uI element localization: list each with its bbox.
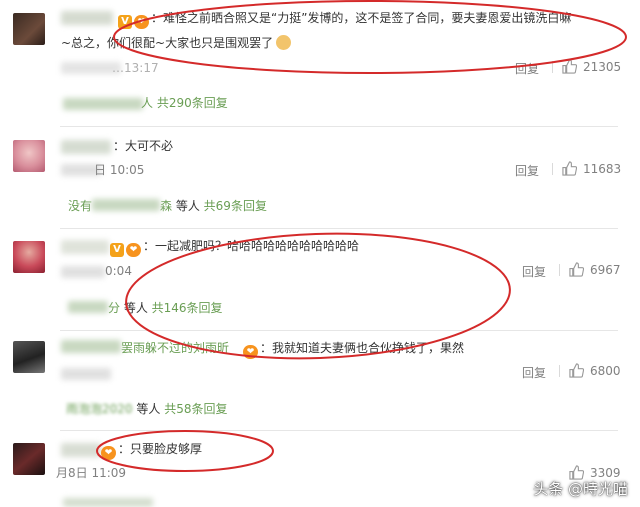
divider	[60, 126, 618, 127]
sub-reply-link[interactable]: 没有森 等人 共69条回复	[68, 198, 267, 214]
comment-text: ：大可不必	[113, 139, 174, 153]
sub-reply-link[interactable]: 分 等人 共146条回复	[68, 300, 223, 316]
watermark: 头条 @時光喵	[533, 480, 628, 498]
sub-reply-link[interactable]: 人 共290条回复	[141, 95, 228, 111]
divider	[552, 163, 553, 175]
like-button[interactable]: 6967	[569, 262, 621, 277]
reply-button[interactable]: 回复	[515, 162, 539, 179]
username[interactable]	[61, 240, 109, 254]
thumbs-up-icon	[569, 262, 584, 277]
username-blur	[61, 340, 121, 353]
vip-badge-icon: ❤	[126, 243, 141, 257]
sub-reply-user-blur	[63, 98, 143, 110]
like-button[interactable]: 6800	[569, 363, 621, 378]
avatar[interactable]	[13, 241, 45, 273]
sub-reply-user-blur	[68, 301, 108, 313]
sub-reply-user-blur	[63, 498, 153, 507]
avatar[interactable]	[13, 13, 45, 45]
sub-reply-user-blur	[92, 199, 161, 211]
comment-text: ❤ ：我就知道夫妻俩也合伙挣钱了，果然	[243, 340, 464, 359]
reply-button[interactable]: 回复	[515, 60, 539, 77]
divider	[60, 330, 618, 331]
timestamp: 日 10:05	[94, 163, 145, 177]
divider	[60, 430, 618, 431]
timestamp: …13:17	[112, 61, 159, 75]
verified-badge-icon: V	[118, 15, 132, 29]
comment-text: ❤ ：只要脸皮够厚	[101, 441, 202, 460]
timestamp-blur	[61, 266, 105, 278]
like-button[interactable]: 11683	[562, 161, 621, 176]
avatar[interactable]	[13, 443, 45, 475]
divider	[60, 228, 618, 229]
vip-badge-icon: ❤	[134, 15, 149, 29]
like-button[interactable]: 21305	[562, 59, 621, 74]
avatar[interactable]	[13, 341, 45, 373]
timestamp: 月8日 11:09	[56, 466, 127, 480]
vip-badge-icon: ❤	[101, 446, 116, 460]
divider	[559, 365, 560, 377]
comment-feed: V ❤ ：难怪之前晒合照又是“力挺”发博的，这不是签了合同，要夫妻恩爱出镜洗白嘛 ~…	[0, 0, 640, 507]
comment-text-line1: ：难怪之前晒合照又是“力挺”发博的，这不是签了合同，要夫妻恩爱出镜洗白嘛	[151, 11, 572, 25]
divider	[559, 264, 560, 276]
reply-button[interactable]: 回复	[522, 263, 546, 280]
username[interactable]	[61, 443, 101, 457]
comment-text: V ❤ ：一起减肥吗？哈哈哈哈哈哈哈哈哈哈哈	[110, 238, 359, 257]
thumbs-up-icon	[569, 363, 584, 378]
sub-reply-link[interactable]: 雨泡泡2020 等人 共58条回复	[66, 401, 227, 417]
comment-text: V ❤ ：难怪之前晒合照又是“力挺”发博的，这不是签了合同，要夫妻恩爱出镜洗白嘛	[118, 10, 571, 29]
timestamp: 0:04	[105, 264, 132, 278]
username[interactable]	[61, 140, 111, 154]
thumbs-up-icon	[562, 59, 577, 74]
vip-badge-icon: ❤	[243, 345, 258, 359]
divider	[552, 61, 553, 73]
thumbs-up-icon	[562, 161, 577, 176]
timestamp-blur	[61, 368, 111, 380]
dog-emoji-icon	[276, 35, 292, 50]
username[interactable]: 罢雨躲不过的刘雨昕	[61, 340, 229, 356]
verified-badge-icon: V	[110, 243, 124, 257]
comment-text-line2: ~总之，你们很配~大家也只是围观罢了	[61, 35, 292, 51]
avatar[interactable]	[13, 140, 45, 172]
reply-button[interactable]: 回复	[522, 364, 546, 381]
username[interactable]	[61, 11, 113, 25]
